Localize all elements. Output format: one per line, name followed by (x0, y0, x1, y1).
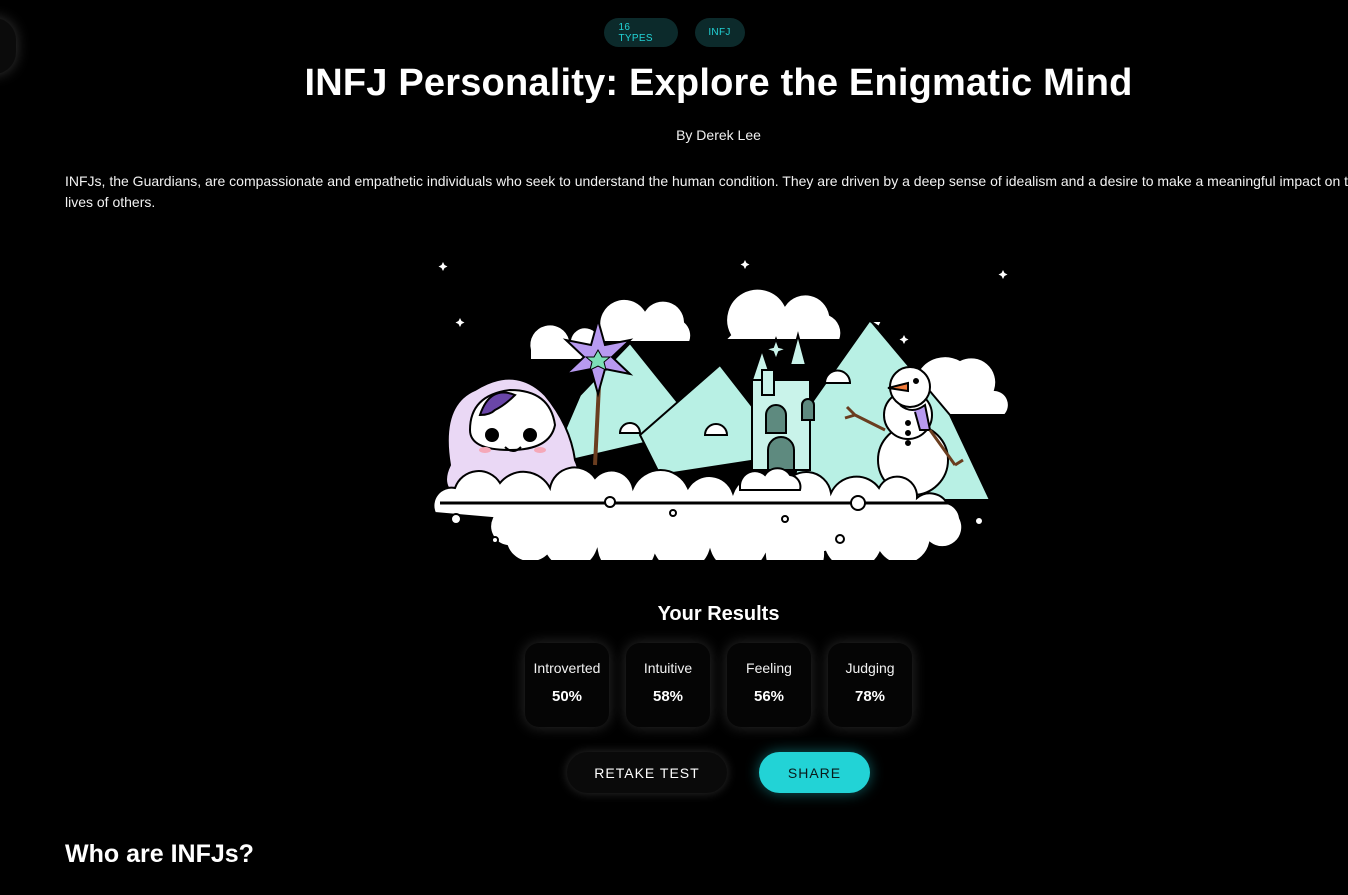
results-cards: Introverted 50% Intuitive 58% Feeling 56… (525, 643, 912, 727)
trait-card-intuitive: Intuitive 58% (626, 643, 710, 727)
share-button[interactable]: SHARE (759, 752, 870, 793)
retake-test-button[interactable]: RETAKE TEST (567, 752, 727, 793)
ice-castle (750, 331, 815, 471)
tag-infj[interactable]: INFJ (694, 18, 745, 47)
trait-label: Judging (845, 660, 895, 676)
intro-paragraph: INFJs, the Guardians, are compassionate … (65, 173, 1348, 210)
results-heading: Your Results (657, 603, 780, 625)
trait-label: Intuitive (643, 660, 693, 676)
trait-card-feeling: Feeling 56% (727, 643, 811, 727)
trait-percentage: 78% (854, 688, 886, 705)
hero-illustration (430, 255, 1015, 585)
trait-label: Introverted (533, 660, 601, 676)
trait-percentage: 58% (652, 688, 684, 705)
tag-16-types[interactable]: 16 TYPES (603, 18, 678, 47)
result-actions: RETAKE TEST SHARE (567, 752, 870, 793)
cloud-base (432, 466, 964, 585)
author-byline: By Derek Lee (676, 127, 761, 143)
sparkle-stars (438, 260, 1008, 344)
trait-card-judging: Judging 78% (828, 643, 912, 727)
section-heading: Who are INFJs? (65, 840, 254, 868)
trait-label: Feeling (746, 660, 792, 676)
trait-card-introverted: Introverted 50% (525, 643, 609, 727)
tag-list: 16 TYPES INFJ (0, 18, 1348, 47)
trait-percentage: 56% (753, 688, 785, 705)
trait-percentage: 50% (551, 688, 583, 705)
page-title: INFJ Personality: Explore the Enigmatic … (304, 62, 1133, 104)
